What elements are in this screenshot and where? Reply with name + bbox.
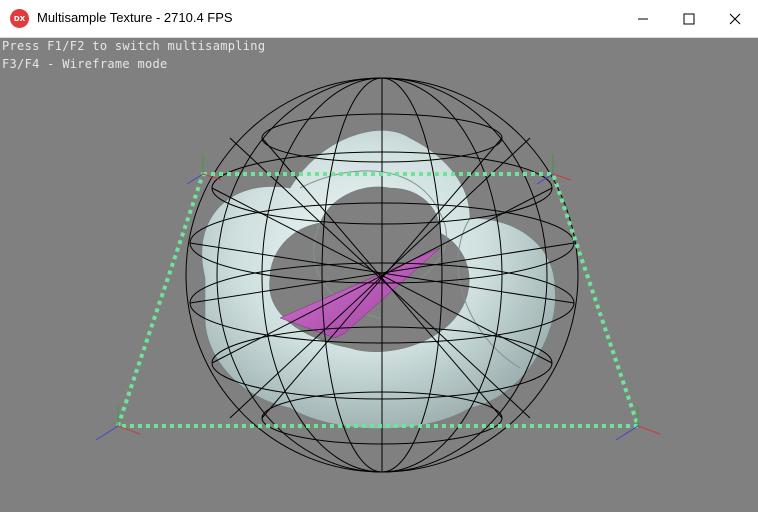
3d-scene [95, 77, 661, 473]
app-window: DX Multisample Texture - 2710.4 FPS Pres… [0, 0, 758, 512]
close-icon [729, 13, 741, 25]
minimize-button[interactable] [620, 0, 666, 38]
help-text-wireframe: F3/F4 - Wireframe mode [2, 57, 168, 71]
app-icon: DX [10, 9, 29, 28]
title-bar[interactable]: DX Multisample Texture - 2710.4 FPS [0, 0, 758, 38]
window-title: Multisample Texture - 2710.4 FPS [37, 10, 233, 25]
close-button[interactable] [712, 0, 758, 38]
maximize-icon [683, 13, 695, 25]
wireframe-sphere [185, 77, 579, 473]
render-viewport[interactable]: Press F1/F2 to switch multisampling F3/F… [0, 38, 758, 512]
maximize-button[interactable] [666, 0, 712, 38]
minimize-icon [638, 18, 648, 20]
help-text-multisampling: Press F1/F2 to switch multisampling [2, 39, 266, 53]
